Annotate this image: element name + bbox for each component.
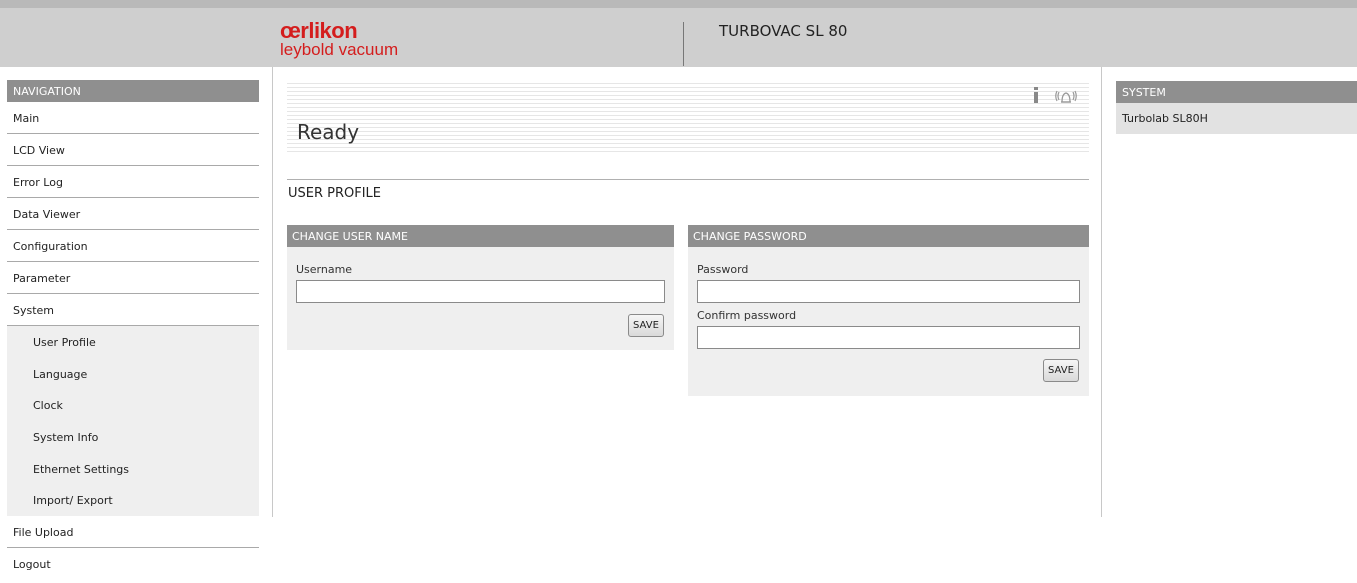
- change-password-header: CHANGE PASSWORD: [688, 225, 1089, 247]
- nav-item-error-log[interactable]: Error Log: [7, 166, 259, 198]
- nav-item-configuration[interactable]: Configuration: [7, 230, 259, 262]
- nav-subitem-language[interactable]: Language: [7, 358, 259, 390]
- system-submenu: User Profile Language Clock System Info …: [7, 326, 259, 517]
- confirm-password-input[interactable]: [697, 326, 1080, 349]
- left-column-divider: [272, 67, 273, 517]
- system-panel-header: SYSTEM: [1116, 81, 1357, 103]
- nav-subitem-user-profile[interactable]: User Profile: [7, 326, 259, 358]
- navigation-header: NAVIGATION: [7, 80, 259, 102]
- app-header: œrlikon leybold vacuum TURBOVAC SL 80: [0, 0, 1357, 67]
- nav-item-data-viewer[interactable]: Data Viewer: [7, 198, 259, 230]
- navigation-sidebar: NAVIGATION Main LCD View Error Log Data …: [7, 80, 259, 580]
- password-input[interactable]: [697, 280, 1080, 303]
- nav-item-system[interactable]: System: [7, 294, 259, 326]
- save-password-button[interactable]: SAVE: [1043, 359, 1079, 382]
- username-label: Username: [296, 263, 353, 276]
- nav-item-logout[interactable]: Logout: [7, 548, 259, 580]
- status-box: Ready: [287, 80, 1089, 153]
- nav-subitem-system-info[interactable]: System Info: [7, 421, 259, 453]
- nav-subitem-clock[interactable]: Clock: [7, 389, 259, 421]
- system-device-name: Turbolab SL80H: [1116, 103, 1357, 134]
- section-divider: [287, 179, 1089, 180]
- logo-sub-text: leybold vacuum: [280, 40, 399, 59]
- nav-item-lcd-view[interactable]: LCD View: [7, 134, 259, 166]
- product-title: TURBOVAC SL 80: [719, 22, 848, 40]
- oerlikon-logo[interactable]: œrlikon leybold vacuum: [280, 18, 399, 59]
- page-title: USER PROFILE: [288, 186, 382, 201]
- nav-item-file-upload[interactable]: File Upload: [7, 516, 259, 549]
- system-panel: SYSTEM Turbolab SL80H: [1116, 81, 1357, 134]
- right-column-divider: [1101, 67, 1102, 517]
- header-divider: [683, 22, 684, 66]
- username-input[interactable]: [296, 280, 665, 303]
- info-icon[interactable]: [1029, 86, 1043, 104]
- alarm-bell-icon[interactable]: [1055, 88, 1077, 106]
- nav-subitem-ethernet-settings[interactable]: Ethernet Settings: [7, 453, 259, 485]
- logo-brand-text: œrlikon: [280, 18, 358, 43]
- nav-item-parameter[interactable]: Parameter: [7, 262, 259, 294]
- save-username-button[interactable]: SAVE: [628, 314, 664, 337]
- status-text: Ready: [297, 120, 360, 144]
- confirm-password-label: Confirm password: [697, 309, 797, 322]
- change-user-name-header: CHANGE USER NAME: [287, 225, 674, 247]
- password-label: Password: [697, 263, 749, 276]
- nav-item-main[interactable]: Main: [7, 102, 259, 134]
- nav-subitem-import-export[interactable]: Import/ Export: [7, 484, 259, 516]
- change-user-name-panel: CHANGE USER NAME Username SAVE: [287, 225, 674, 350]
- change-password-panel: CHANGE PASSWORD Password Confirm passwor…: [688, 225, 1089, 396]
